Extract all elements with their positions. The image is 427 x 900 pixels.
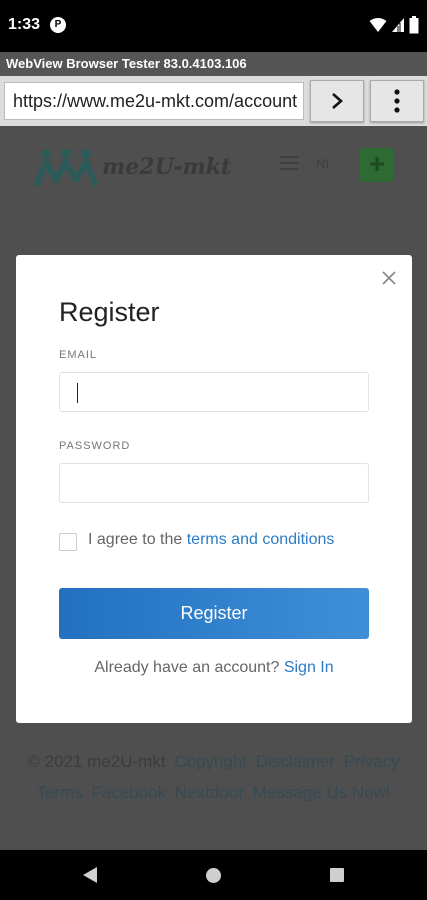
cellular-signal-icon: [392, 18, 404, 32]
close-icon: [382, 271, 396, 285]
browser-menu-button[interactable]: [370, 80, 424, 122]
footer-link-disclaimer[interactable]: Disclaimer: [256, 752, 335, 771]
password-label: PASSWORD: [59, 440, 131, 452]
signin-prefix: Already have an account?: [94, 659, 284, 676]
footer-links: © 2021 me2U-mkt Copyright Disclaimer Pri…: [20, 746, 407, 808]
terms-prefix: I agree to the: [88, 531, 187, 548]
system-nav-bar: [0, 850, 427, 900]
email-label: EMAIL: [59, 349, 98, 361]
recent-apps-icon[interactable]: [330, 868, 344, 882]
footer-link-privacy[interactable]: Privacy: [344, 752, 400, 771]
footer-link-message[interactable]: Message Us Now!: [253, 783, 391, 802]
logo-text: me2U-mkt: [102, 154, 232, 180]
battery-icon: [409, 16, 419, 34]
footer-link-terms[interactable]: Terms: [36, 783, 82, 802]
status-bar: 1:33 P: [0, 0, 427, 52]
more-vertical-icon: [394, 89, 400, 113]
footer-copyright: © 2021 me2U-mkt: [27, 752, 166, 771]
signin-prompt: Already have an account? Sign In: [16, 659, 412, 677]
wifi-icon: [369, 18, 387, 32]
browser-title-bar: WebView Browser Tester 83.0.4103.106: [0, 52, 427, 76]
hamburger-menu-icon[interactable]: [280, 156, 298, 170]
status-icons: [369, 16, 419, 34]
terms-agreement: I agree to the terms and conditions: [88, 531, 334, 549]
url-input[interactable]: https://www.me2u-mkt.com/account: [4, 82, 304, 120]
password-field[interactable]: [59, 463, 369, 503]
footer-link-copyright[interactable]: Copyright: [174, 752, 247, 771]
email-field[interactable]: [59, 372, 369, 412]
status-time: 1:33: [8, 16, 41, 33]
add-listing-button[interactable]: +: [360, 148, 394, 182]
register-button[interactable]: Register: [59, 588, 369, 639]
language-selector[interactable]: NI: [316, 156, 329, 171]
terms-checkbox[interactable]: [59, 533, 77, 551]
signin-link[interactable]: Sign In: [284, 659, 334, 676]
terms-link[interactable]: terms and conditions: [187, 531, 335, 548]
footer-link-nextdoor[interactable]: Nextdoor: [175, 783, 244, 802]
back-icon[interactable]: [82, 866, 98, 884]
modal-title: Register: [59, 297, 160, 327]
logo-mark-icon: [34, 149, 98, 188]
site-logo[interactable]: me2U-mkt: [34, 146, 231, 188]
register-modal: Register EMAIL PASSWORD I agree to the t…: [16, 255, 412, 723]
footer-link-facebook[interactable]: Facebook: [91, 783, 166, 802]
home-icon[interactable]: [206, 868, 221, 883]
close-button[interactable]: [380, 269, 398, 287]
go-button[interactable]: [310, 80, 364, 122]
url-toolbar: https://www.me2u-mkt.com/account: [0, 76, 427, 126]
text-cursor: [77, 383, 78, 403]
chevron-right-icon: [332, 93, 343, 109]
app-notification-icon: P: [50, 17, 66, 33]
